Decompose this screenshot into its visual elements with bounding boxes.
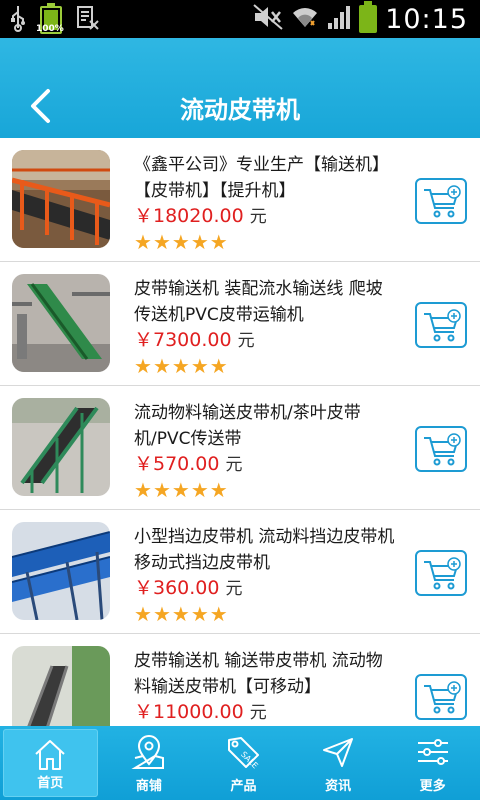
cart-add-icon (424, 309, 461, 342)
add-to-cart-button[interactable] (415, 178, 467, 224)
star-icon: ★ (209, 354, 228, 378)
star-icon: ★ (209, 478, 228, 502)
price-unit: 元 (237, 331, 255, 351)
product-item[interactable]: 《鑫平公司》专业生产【输送机】【皮带机】【提升机】 ￥18020.00 元 ★ ★… (0, 138, 480, 262)
product-price: ￥18020.00 元 (134, 204, 396, 229)
battery-icon (359, 1, 378, 33)
mute-icon (253, 3, 283, 35)
clock: 10:15 (385, 3, 468, 35)
add-to-cart-button[interactable] (415, 550, 467, 596)
price-value: ￥7300.00 (134, 329, 232, 351)
star-icon: ★ (171, 478, 190, 502)
add-to-cart-button[interactable] (415, 674, 467, 720)
star-icon: ★ (171, 230, 190, 254)
cart-add-icon (424, 433, 461, 466)
product-name[interactable]: 皮带输送机 装配流水输送线 爬坡传送机PVC皮带运输机 (134, 276, 396, 328)
nav-item-shops[interactable]: 商铺 (102, 726, 197, 800)
star-icon: ★ (171, 602, 190, 626)
star-icon: ★ (190, 354, 209, 378)
price-unit: 元 (225, 579, 243, 599)
product-image (12, 150, 110, 248)
bottom-nav: 首页 商铺 SALE 产品 资讯 更多 (0, 726, 480, 800)
app-header: 流动皮带机 (0, 38, 480, 138)
map-icon (131, 735, 164, 769)
home-icon (35, 740, 65, 770)
usb-icon (10, 4, 26, 36)
signal-icon (327, 3, 351, 35)
product-name[interactable]: 小型挡边皮带机 流动料挡边皮带机 移动式挡边皮带机 (134, 524, 396, 576)
price-value: ￥360.00 (134, 577, 220, 599)
product-name[interactable]: 《鑫平公司》专业生产【输送机】【皮带机】【提升机】 (134, 152, 396, 204)
star-icon: ★ (134, 230, 152, 254)
battery-full-icon: 100% (36, 3, 64, 34)
add-to-cart-button[interactable] (415, 426, 467, 472)
product-image (12, 522, 110, 620)
cart-add-icon (424, 681, 461, 714)
document-icon (76, 4, 100, 36)
price-unit: 元 (225, 455, 243, 475)
product-item[interactable]: 皮带输送机 装配流水输送线 爬坡传送机PVC皮带运输机 ￥7300.00 元 ★… (0, 262, 480, 386)
product-info: 皮带输送机 装配流水输送线 爬坡传送机PVC皮带运输机 ￥7300.00 元 ★… (134, 276, 396, 376)
product-info: 《鑫平公司》专业生产【输送机】【皮带机】【提升机】 ￥18020.00 元 ★ ★… (134, 152, 396, 252)
rating-stars: ★ ★ ★ ★ ★ (134, 480, 396, 500)
price-value: ￥11000.00 (134, 701, 244, 723)
product-item[interactable]: 流动物料输送皮带机/茶叶皮带机/PVC传送带 ￥570.00 元 ★ ★ ★ ★ ★ (0, 386, 480, 510)
nav-label: 资讯 (325, 779, 352, 794)
product-price: ￥570.00 元 (134, 452, 396, 477)
product-list: 《鑫平公司》专业生产【输送机】【皮带机】【提升机】 ￥18020.00 元 ★ ★… (0, 138, 480, 726)
status-bar: 100% 10:15 (0, 0, 480, 38)
star-icon: ★ (134, 354, 152, 378)
nav-label: 首页 (37, 776, 64, 791)
price-unit: 元 (249, 207, 267, 227)
product-info: 皮带输送机 输送带皮带机 流动物料输送皮带机【可移动】 ￥11000.00 元 (134, 648, 396, 725)
star-icon: ★ (190, 230, 209, 254)
star-icon: ★ (152, 602, 171, 626)
star-icon: ★ (152, 354, 171, 378)
nav-item-products[interactable]: SALE 产品 (196, 726, 291, 800)
price-value: ￥570.00 (134, 453, 220, 475)
star-icon: ★ (134, 478, 152, 502)
star-icon: ★ (152, 478, 171, 502)
nav-item-more[interactable]: 更多 (385, 726, 480, 800)
nav-item-home[interactable]: 首页 (3, 729, 98, 797)
star-icon: ★ (190, 478, 209, 502)
star-icon: ★ (209, 230, 228, 254)
product-image (12, 274, 110, 372)
nav-label: 商铺 (135, 779, 162, 794)
star-icon: ★ (171, 354, 190, 378)
product-price: ￥360.00 元 (134, 576, 396, 601)
product-name[interactable]: 皮带输送机 输送带皮带机 流动物料输送皮带机【可移动】 (134, 648, 396, 700)
cart-add-icon (424, 557, 461, 590)
product-info: 小型挡边皮带机 流动料挡边皮带机 移动式挡边皮带机 ￥360.00 元 ★ ★ ★ ★… (134, 524, 396, 624)
product-image (12, 646, 110, 726)
product-image (12, 398, 110, 496)
nav-label: 更多 (419, 779, 446, 794)
rating-stars: ★ ★ ★ ★ ★ (134, 604, 396, 624)
battery-percent-label: 100% (36, 24, 64, 34)
price-value: ￥18020.00 (134, 205, 244, 227)
nav-label: 产品 (230, 779, 257, 794)
paper-plane-icon (323, 738, 354, 767)
star-icon: ★ (209, 602, 228, 626)
price-unit: 元 (249, 703, 267, 723)
add-to-cart-button[interactable] (415, 302, 467, 348)
nav-item-news[interactable]: 资讯 (291, 726, 386, 800)
sale-tag-icon: SALE (228, 737, 260, 770)
product-item[interactable]: 皮带输送机 输送带皮带机 流动物料输送皮带机【可移动】 ￥11000.00 元 (0, 634, 480, 726)
product-price: ￥7300.00 元 (134, 328, 396, 353)
wifi-icon (291, 3, 319, 35)
product-item[interactable]: 小型挡边皮带机 流动料挡边皮带机 移动式挡边皮带机 ￥360.00 元 ★ ★ ★ ★… (0, 510, 480, 634)
product-name[interactable]: 流动物料输送皮带机/茶叶皮带机/PVC传送带 (134, 400, 396, 452)
product-info: 流动物料输送皮带机/茶叶皮带机/PVC传送带 ￥570.00 元 ★ ★ ★ ★ ★ (134, 400, 396, 500)
star-icon: ★ (190, 602, 209, 626)
sliders-icon (417, 739, 448, 765)
page-title: 流动皮带机 (180, 96, 300, 124)
product-price: ￥11000.00 元 (134, 700, 396, 725)
star-icon: ★ (152, 230, 171, 254)
star-icon: ★ (134, 602, 152, 626)
rating-stars: ★ ★ ★ ★ ★ (134, 356, 396, 376)
cart-add-icon (424, 185, 461, 218)
rating-stars: ★ ★ ★ ★ ★ (134, 232, 396, 252)
